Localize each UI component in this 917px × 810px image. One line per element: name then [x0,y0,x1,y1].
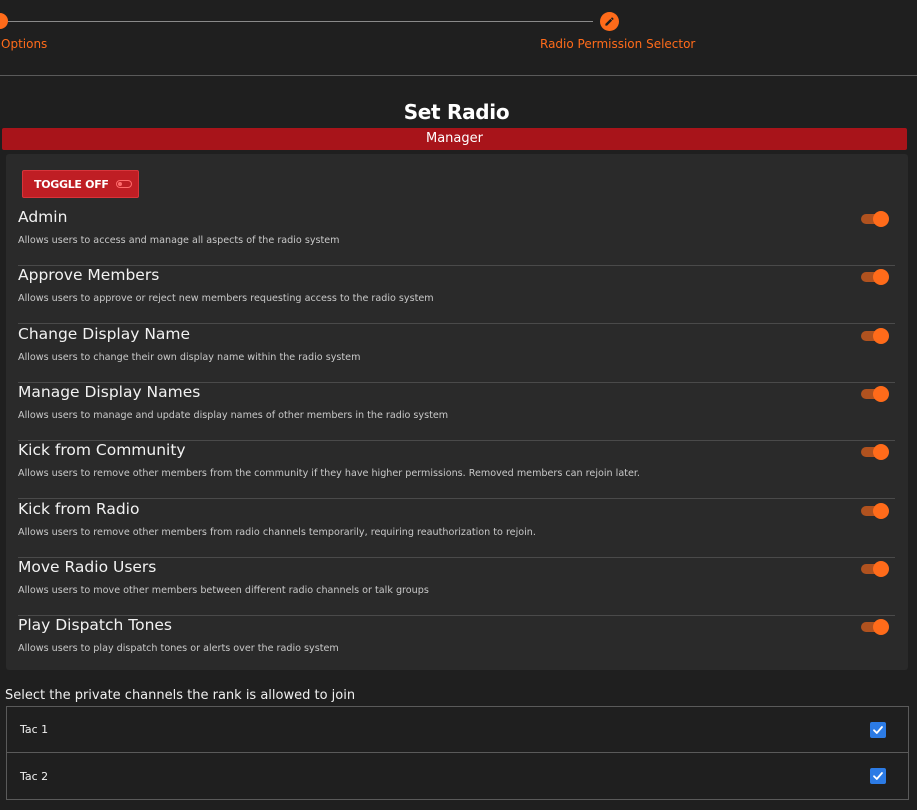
permission-switch-admin[interactable] [861,210,889,228]
permission-title: Move Radio Users [18,558,157,576]
step-label-radio-permission-selector[interactable]: Radio Permission Selector [540,37,695,51]
toggle-icon [115,180,132,188]
permission-title: Manage Display Names [18,383,201,401]
permission-title: Change Display Name [18,325,191,343]
page-title: Set Radio [403,100,510,124]
permission-switch-move-radio-users[interactable] [861,560,889,578]
permission-row-kick-from-community: Kick from Community Allows users to remo… [18,441,895,499]
rank-banner: Manager [2,128,907,150]
permission-row-kick-from-radio: Kick from Radio Allows users to remove o… [18,500,895,558]
permission-switch-manage-display-names[interactable] [861,385,889,403]
permission-description: Allows users to manage and update displa… [18,410,449,421]
permission-title: Play Dispatch Tones [18,616,173,634]
permission-title: Kick from Radio [18,500,140,518]
checkmark-icon [873,772,883,780]
step-options-indicator[interactable] [0,13,8,29]
channels-table: Tac 1 Tac 2 [6,706,909,800]
channel-checkbox-tac-2[interactable] [870,768,886,784]
permission-title: Admin [18,208,68,226]
permission-switch-change-display-name[interactable] [861,327,889,345]
permission-row-move-radio-users: Move Radio Users Allows users to move ot… [18,558,895,616]
permission-switch-kick-from-radio[interactable] [861,502,889,520]
permission-description: Allows users to move other members betwe… [18,585,429,596]
permission-description: Allows users to remove other members fro… [18,468,640,479]
permission-description: Allows users to change their own display… [18,352,361,363]
permission-description: Allows users to access and manage all as… [18,235,340,246]
toggle-off-label: TOGGLE OFF [34,177,109,191]
permission-description: Allows users to remove other members fro… [18,527,536,538]
channel-name: Tac 2 [20,769,49,783]
channel-row-tac-2: Tac 2 [7,753,908,799]
permissions-panel: TOGGLE OFF Admin Allows users to access … [6,154,908,670]
pencil-icon[interactable] [600,12,619,31]
step-label-options[interactable]: Options [1,37,47,51]
channels-label: Select the private channels the rank is … [5,688,356,703]
channel-row-tac-1: Tac 1 [7,707,908,753]
toggle-off-button[interactable]: TOGGLE OFF [22,170,139,198]
permission-description: Allows users to play dispatch tones or a… [18,643,339,654]
permission-title: Kick from Community [18,441,186,459]
permission-row-play-dispatch-tones: Play Dispatch Tones Allows users to play… [18,616,895,674]
channel-name: Tac 1 [20,723,49,736]
permission-switch-kick-from-community[interactable] [861,443,889,461]
checkmark-icon [873,726,883,734]
permission-row-approve-members: Approve Members Allows users to approve … [18,266,895,324]
stepper-connector [8,21,593,22]
permission-row-manage-display-names: Manage Display Names Allows users to man… [18,383,895,441]
permission-description: Allows users to approve or reject new me… [18,293,434,304]
permission-switch-play-dispatch-tones[interactable] [861,618,889,636]
permission-row-change-display-name: Change Display Name Allows users to chan… [18,325,895,383]
permission-switch-approve-members[interactable] [861,268,889,286]
permission-row-admin: Admin Allows users to access and manage … [18,208,895,266]
permission-title: Approve Members [18,266,160,284]
stepper: Options Radio Permission Selector [0,0,917,76]
channel-checkbox-tac-1[interactable] [870,722,886,738]
